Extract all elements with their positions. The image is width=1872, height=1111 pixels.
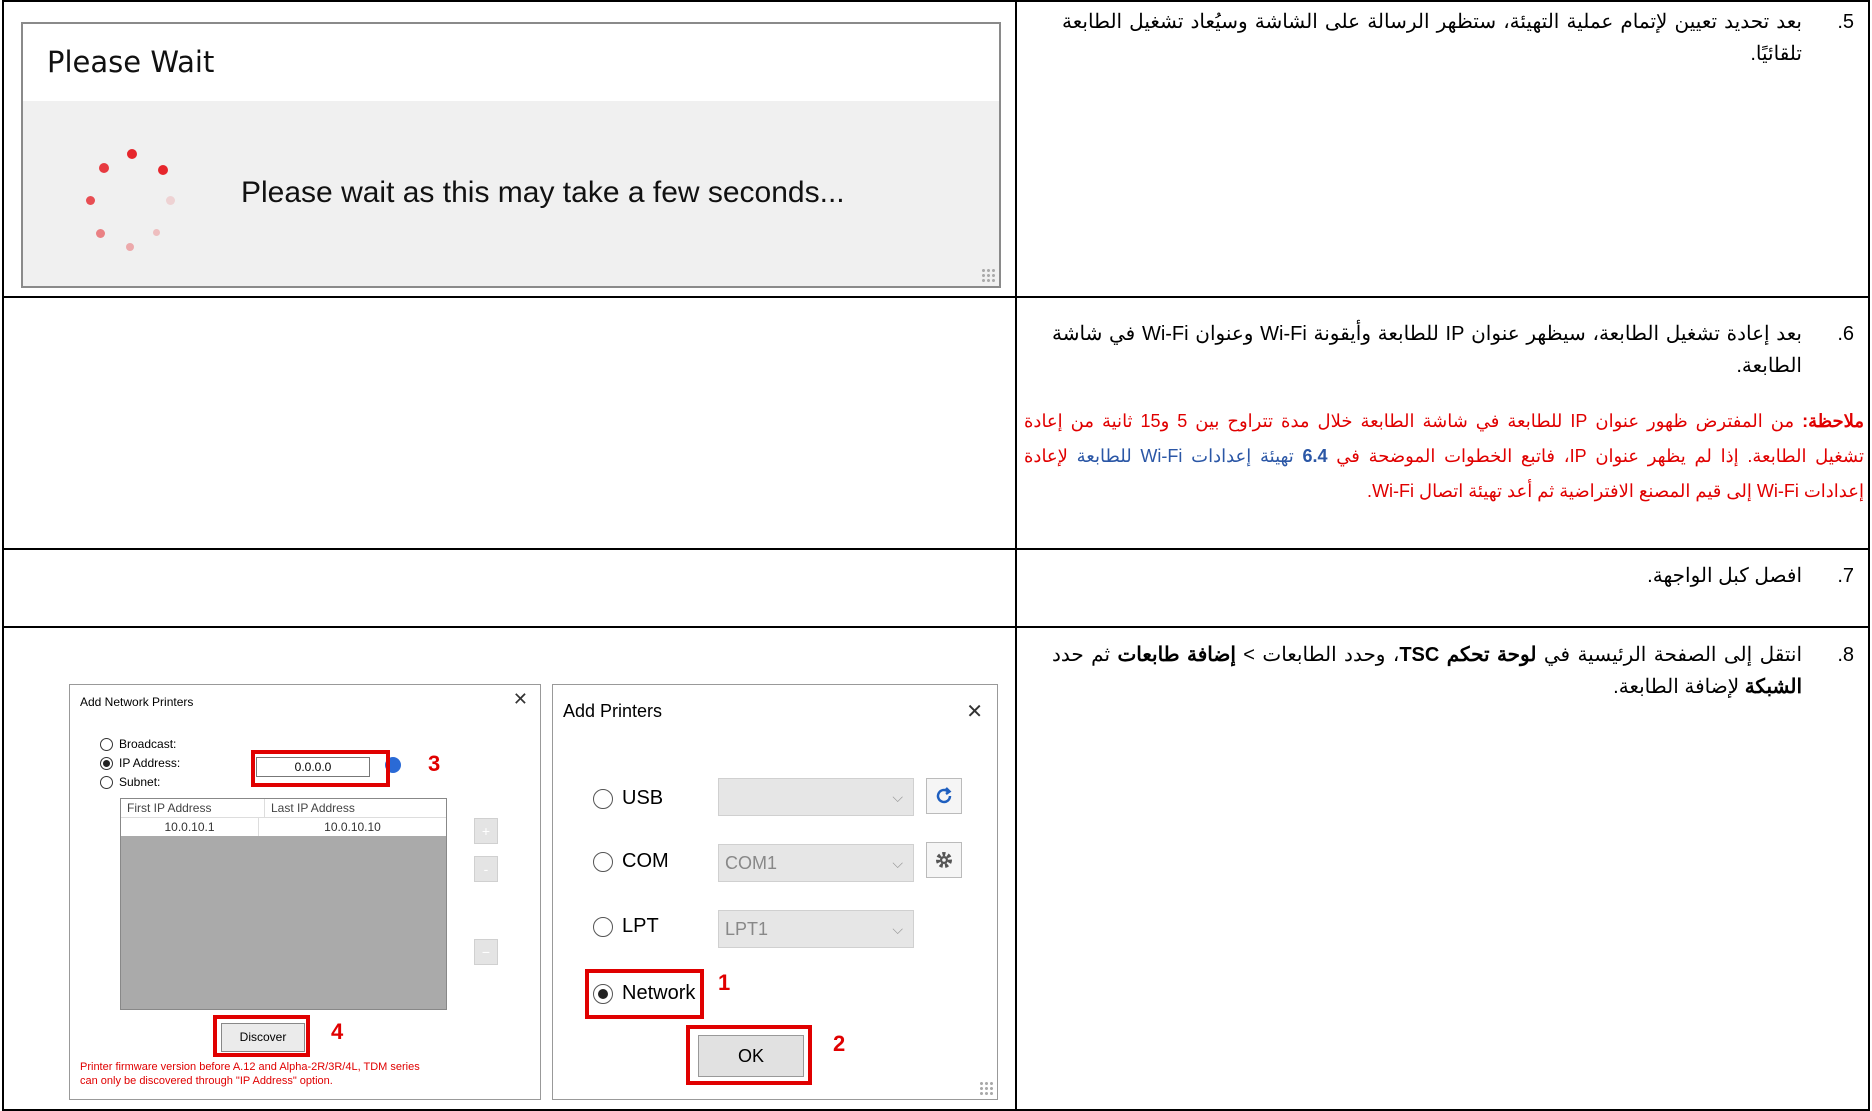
close-icon[interactable]: ✕ <box>966 699 983 724</box>
add-network-printers-dialog: Add Network Printers ✕ Broadcast: IP Add… <box>69 684 541 1100</box>
callout-number: 1 <box>718 970 731 995</box>
clear-button[interactable]: − <box>474 939 498 965</box>
step-text: بعد تحديد تعيين لإتمام عملية التهيئة، ست… <box>1062 11 1802 65</box>
dialog-title: Please Wait <box>23 24 999 101</box>
highlight-box <box>585 969 704 1019</box>
table-cell: 10.0.10.1 <box>121 818 259 836</box>
column-divider <box>1015 0 1017 1111</box>
section-link[interactable]: تهيئة إعدادات Wi-Fi للطابعة <box>1068 446 1303 466</box>
chevron-down-icon: ⌵ <box>892 789 903 805</box>
spinner-icon <box>63 142 183 262</box>
com-radio[interactable]: COM <box>593 850 669 873</box>
chevron-down-icon: ⌵ <box>892 921 903 937</box>
step-number: .6 <box>1837 323 1854 345</box>
resize-grip[interactable] <box>979 1081 993 1095</box>
ip-address-radio[interactable]: IP Address: <box>100 756 180 770</box>
callout-number: 2 <box>833 1031 846 1056</box>
add-range-button[interactable]: + <box>474 818 498 844</box>
dialog-title: Add Printers <box>563 701 663 721</box>
step-number: .5 <box>1837 11 1854 33</box>
note-label: ملاحظة: <box>1802 411 1864 431</box>
refresh-icon[interactable] <box>926 778 962 814</box>
row-divider <box>2 626 1870 628</box>
table-border-top <box>2 0 1870 2</box>
lpt-radio[interactable]: LPT <box>593 915 659 938</box>
firmware-warning: Printer firmware version before A.12 and… <box>80 1061 420 1087</box>
table-border-left <box>2 0 4 1111</box>
dialog-title: Add Network Printers <box>80 695 194 709</box>
section-ref[interactable]: 6.4 <box>1303 446 1328 466</box>
please-wait-dialog: Please Wait Please wait as this may take… <box>21 22 1001 288</box>
highlight-box <box>251 750 390 787</box>
step-text: انتقل إلى الصفحة الرئيسية في لوحة تحكم T… <box>1052 644 1803 698</box>
table-row[interactable]: 10.0.10.1 10.0.10.10 <box>121 818 446 836</box>
subnet-radio[interactable]: Subnet: <box>100 775 160 789</box>
callout-number: 4 <box>331 1019 344 1044</box>
highlight-box <box>686 1025 812 1085</box>
chevron-down-icon: ⌵ <box>892 855 903 871</box>
step-text: افصل كبل الواجهة. <box>1647 565 1802 587</box>
table-border-right <box>1868 0 1870 1111</box>
gear-icon[interactable] <box>926 842 962 878</box>
remove-range-button[interactable]: - <box>474 856 498 882</box>
usb-port-select[interactable]: ⌵ <box>718 778 914 816</box>
step-number: .7 <box>1837 565 1854 587</box>
broadcast-radio[interactable]: Broadcast: <box>100 737 176 751</box>
column-header: Last IP Address <box>271 801 355 815</box>
step-text: بعد إعادة تشغيل الطابعة، سيظهر عنوان IP … <box>1052 323 1802 377</box>
add-printers-dialog: Add Printers ✕ USB ⌵ COM COM1 ⌵ LPT LPT1 ⌵… <box>552 684 998 1100</box>
row-divider <box>2 296 1870 298</box>
callout-number: 3 <box>428 751 441 776</box>
step-number: .8 <box>1837 644 1854 666</box>
usb-radio[interactable]: USB <box>593 787 663 810</box>
wait-message: Please wait as this may take a few secon… <box>241 176 845 209</box>
com-port-select[interactable]: COM1 ⌵ <box>718 844 914 882</box>
resize-grip[interactable] <box>981 268 995 282</box>
highlight-box <box>213 1015 310 1057</box>
row-divider <box>2 548 1870 550</box>
column-header: First IP Address <box>121 799 265 817</box>
lpt-port-select[interactable]: LPT1 ⌵ <box>718 910 914 948</box>
close-icon[interactable]: ✕ <box>513 689 528 710</box>
note-paragraph: ملاحظة: من المفترض ظهور عنوان IP للطابعة… <box>1024 404 1864 509</box>
table-cell: 10.0.10.10 <box>324 820 381 834</box>
subnet-table: First IP Address Last IP Address 10.0.10… <box>120 798 447 1010</box>
